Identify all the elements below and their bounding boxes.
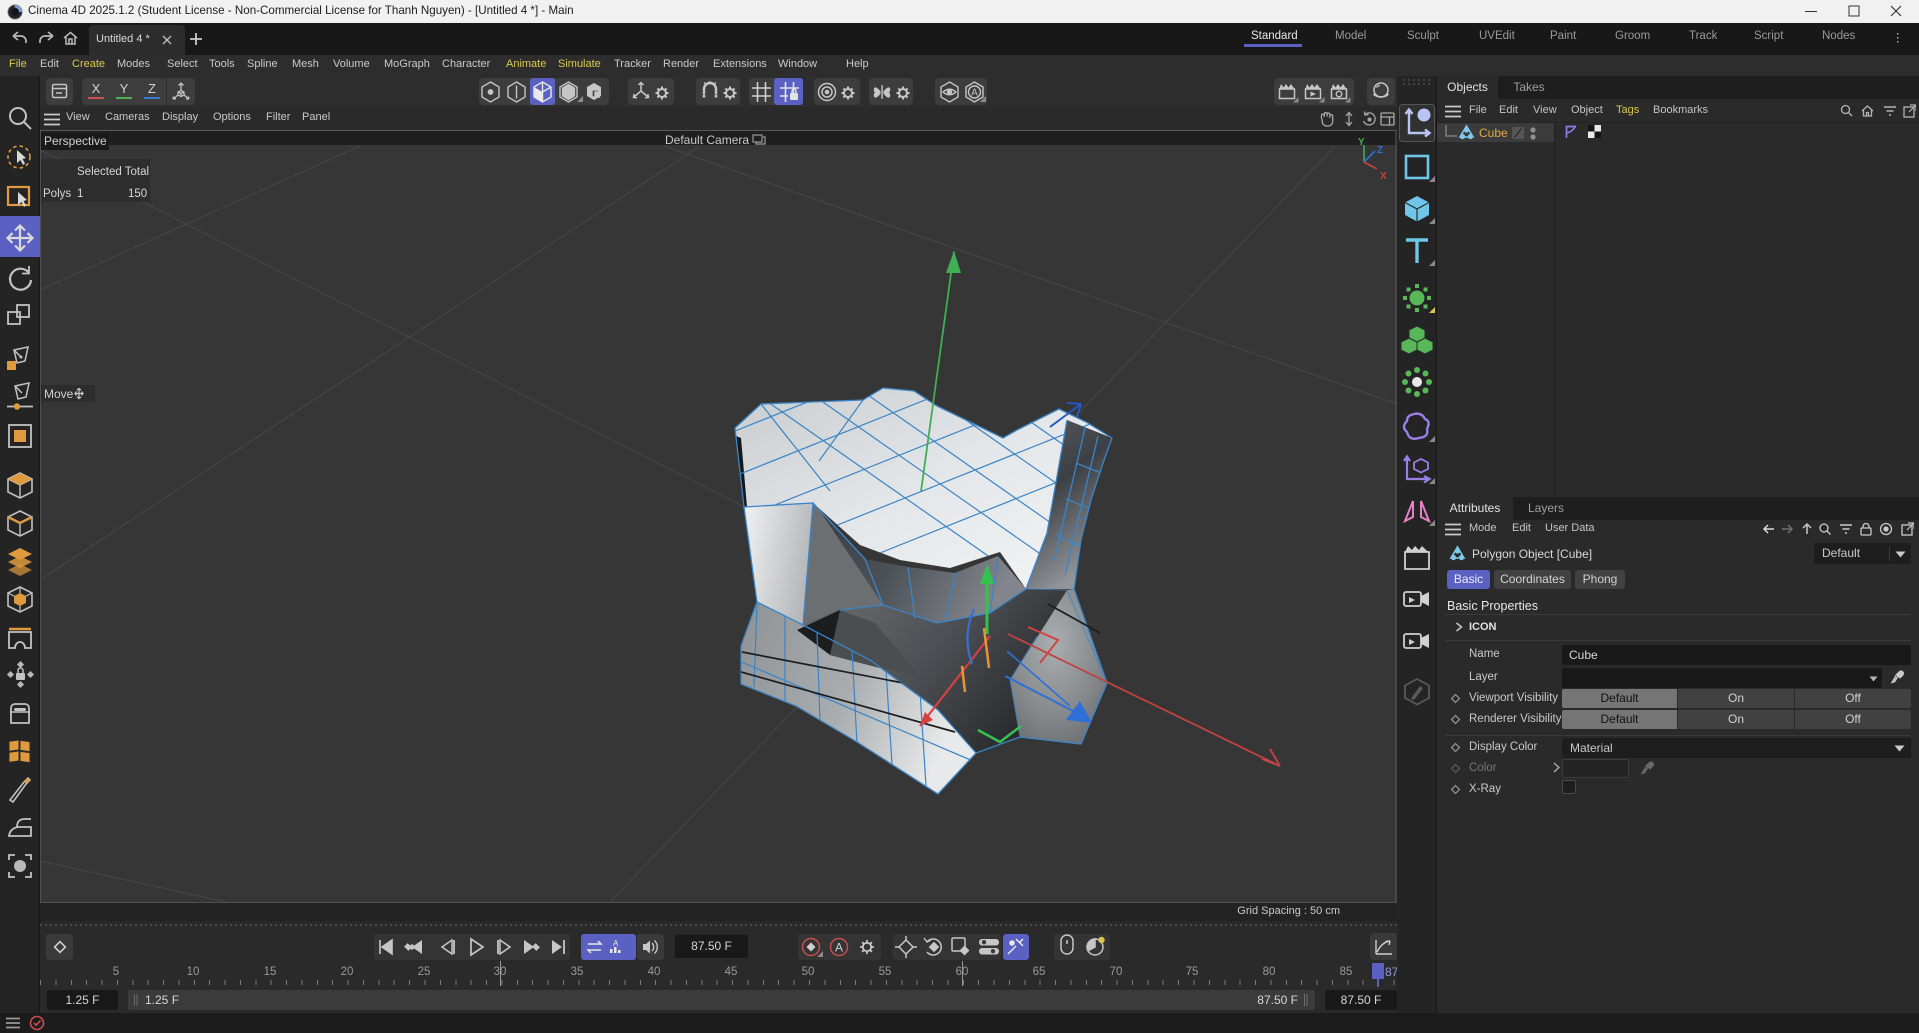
svg-text:Move: Move: [44, 387, 74, 401]
svg-text:Y: Y: [1358, 137, 1365, 148]
svg-text:A: A: [835, 941, 843, 955]
svg-text:Perspective: Perspective: [44, 134, 107, 148]
svg-text:A: A: [613, 939, 619, 948]
svg-text:Polys: Polys: [43, 188, 71, 200]
svg-text:A: A: [971, 88, 978, 99]
svg-text:Selected Total: Selected Total: [77, 166, 149, 178]
svg-text:1: 1: [77, 188, 83, 200]
svg-text:150: 150: [128, 188, 147, 200]
svg-text:Z: Z: [1377, 145, 1383, 156]
svg-text:Default Camera: Default Camera: [665, 133, 749, 147]
svg-text:X: X: [1380, 171, 1387, 182]
